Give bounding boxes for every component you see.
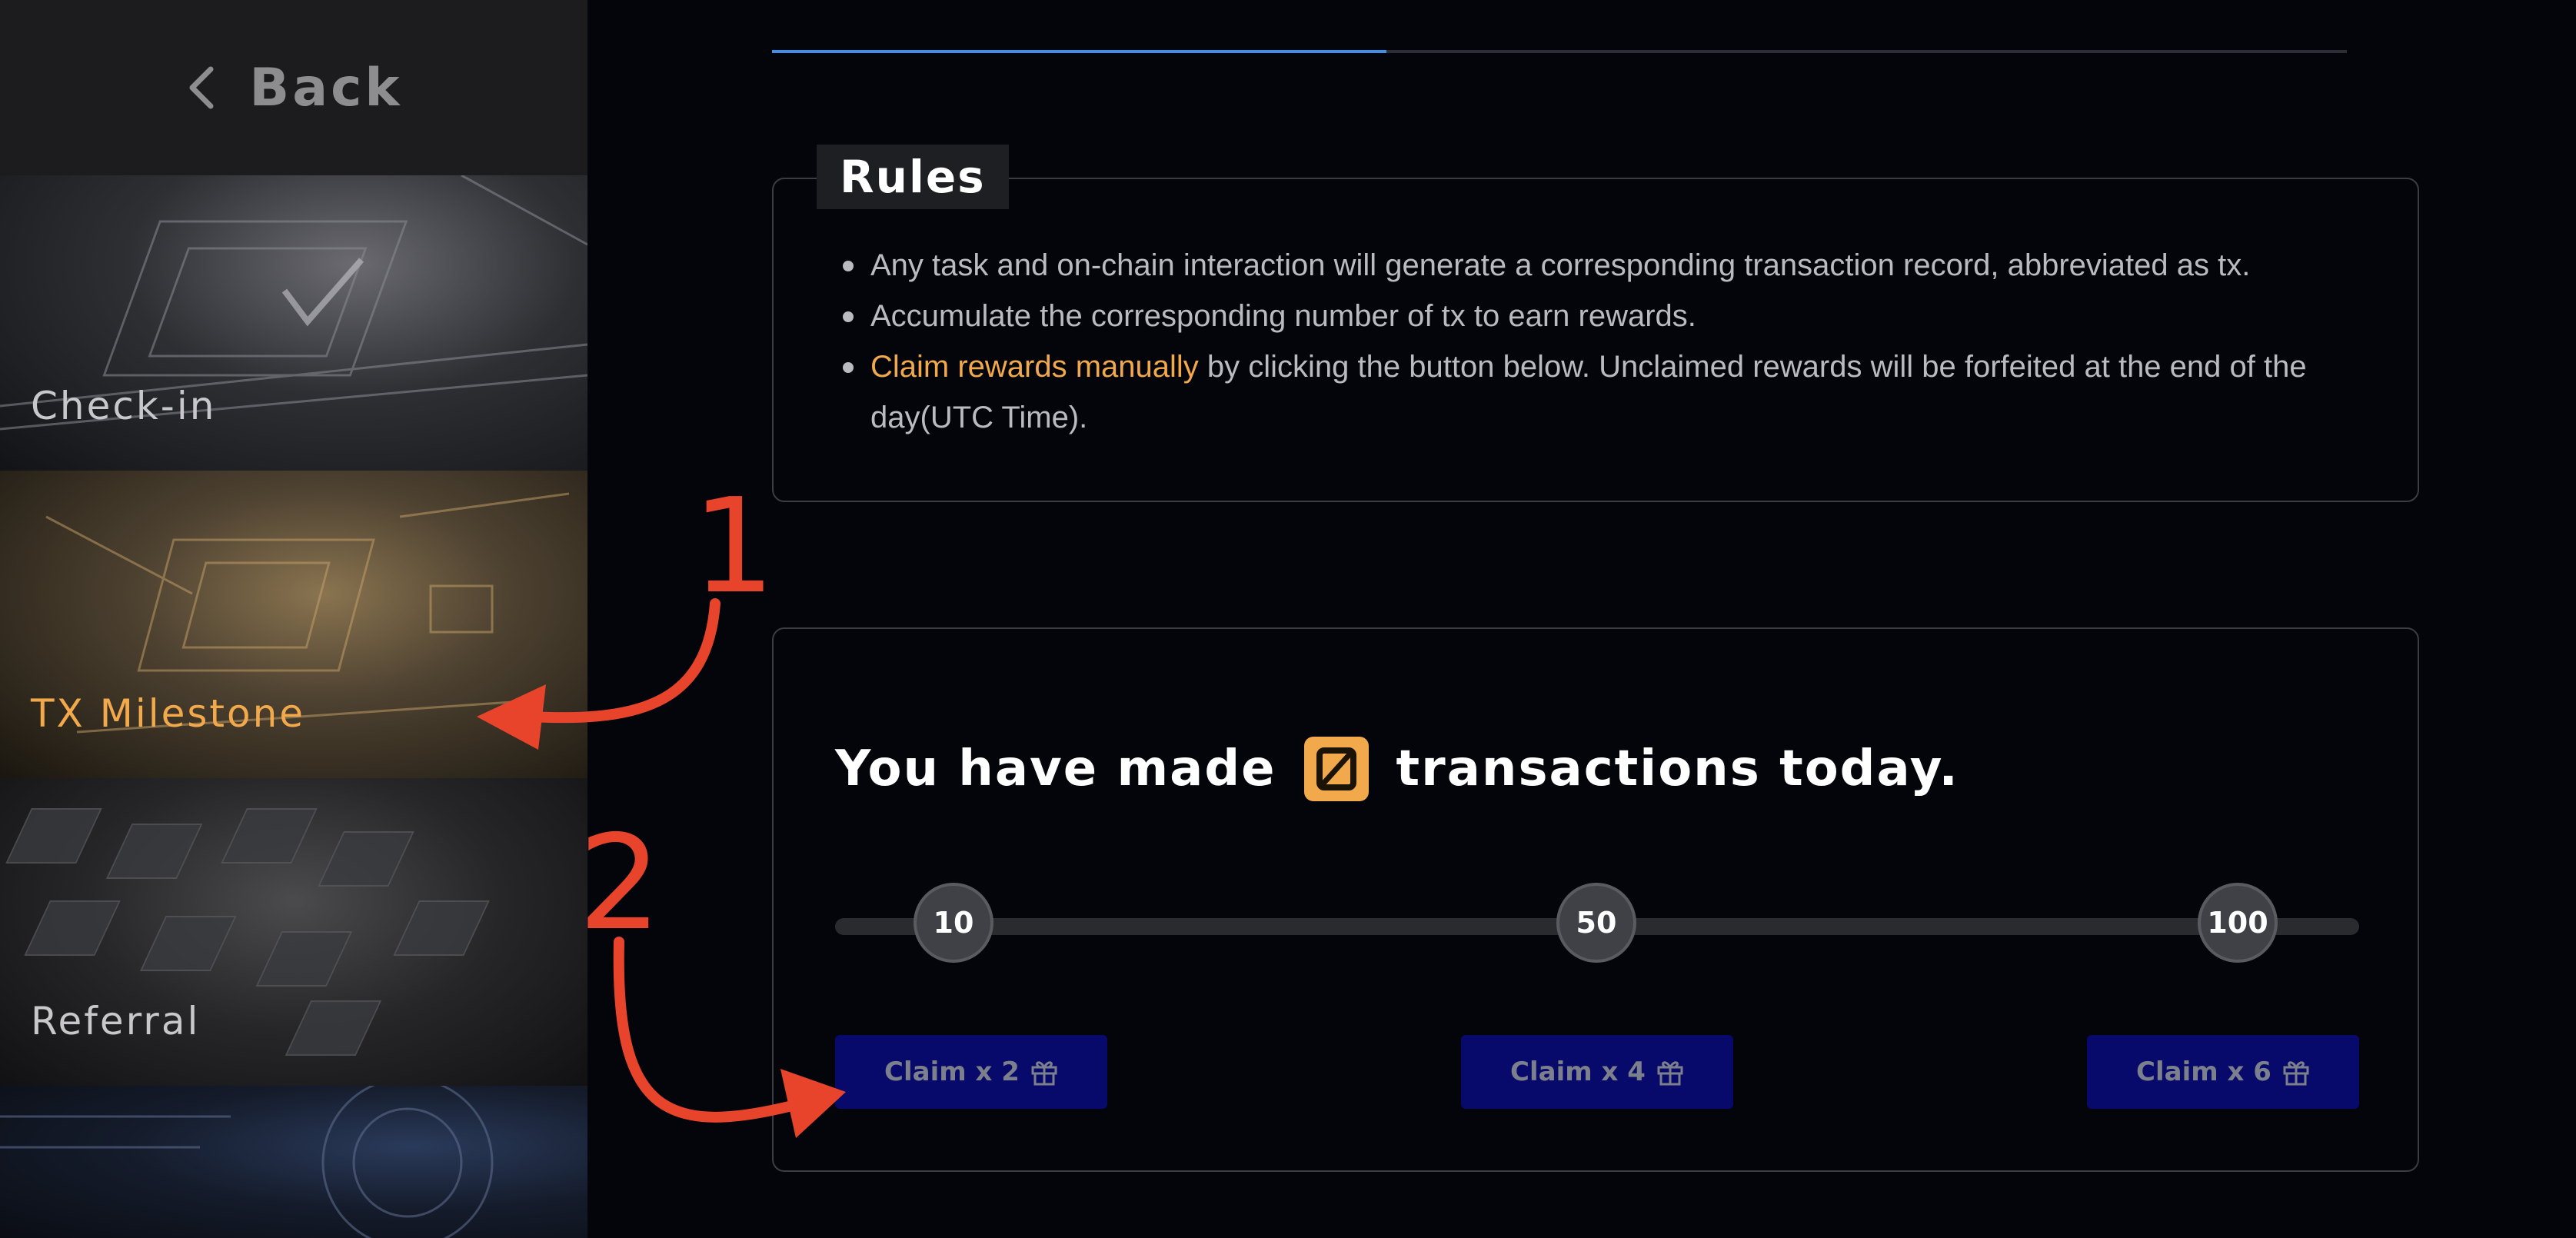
claim-label: Claim x 6 xyxy=(2136,1057,2271,1087)
rules-list: Any task and on-chain interaction will g… xyxy=(840,240,2378,443)
gift-icon xyxy=(1031,1061,1057,1086)
chevron-left-icon xyxy=(189,66,214,109)
gift-icon xyxy=(1657,1061,1683,1086)
page: Back Check-in TX Milestone Referral Rule… xyxy=(0,0,2576,1238)
annotation-number-1: 1 xyxy=(692,471,776,623)
sidebar-item-referral[interactable]: Referral xyxy=(0,778,587,1086)
transaction-count-badge: 0 xyxy=(1303,737,1369,801)
milestone-marker-100: 100 xyxy=(2198,883,2278,963)
sidebar-item-label: TX Milestone xyxy=(31,691,306,736)
rule-item: Accumulate the corresponding number of t… xyxy=(840,291,2378,341)
annotation-number-2: 2 xyxy=(578,807,662,960)
milestone-marker-50: 50 xyxy=(1556,883,1636,963)
claim-label: Claim x 2 xyxy=(884,1057,1020,1087)
sidebar-item-label: Referral xyxy=(31,999,201,1043)
annotation-arrow-2 xyxy=(613,937,797,1123)
step-progress-fill xyxy=(772,50,1386,53)
partial-item-artwork xyxy=(0,1086,494,1238)
claim-button-100[interactable]: Claim x 6 xyxy=(2087,1035,2359,1109)
rule-highlight: Claim rewards manually xyxy=(870,350,1199,384)
sidebar-item-partial[interactable] xyxy=(0,1086,587,1238)
sidebar-item-check-in[interactable]: Check-in xyxy=(0,175,587,471)
claim-button-10[interactable]: Claim x 2 xyxy=(835,1035,1107,1109)
heading-prefix: You have made xyxy=(835,740,1276,797)
heading-suffix: transactions today. xyxy=(1396,740,1959,797)
transactions-heading: You have made 0 transactions today. xyxy=(835,737,1959,801)
milestone-marker-10: 10 xyxy=(914,883,993,963)
rule-item: Any task and on-chain interaction will g… xyxy=(840,240,2378,291)
rule-item: Claim rewards manually by clicking the b… xyxy=(840,341,2378,443)
sidebar-item-tx-milestone[interactable]: TX Milestone xyxy=(0,471,587,778)
claim-button-50[interactable]: Claim x 4 xyxy=(1461,1035,1733,1109)
transaction-count-digit xyxy=(1316,747,1356,790)
rules-title: Rules xyxy=(817,145,1009,209)
claim-label: Claim x 4 xyxy=(1510,1057,1646,1087)
gift-icon xyxy=(2283,1061,2309,1086)
sidebar-item-label: Check-in xyxy=(31,384,217,428)
back-label: Back xyxy=(249,57,403,118)
back-button[interactable]: Back xyxy=(0,0,587,175)
step-progress-track xyxy=(772,50,2347,53)
sidebar: Back Check-in TX Milestone Referral xyxy=(0,0,587,1238)
